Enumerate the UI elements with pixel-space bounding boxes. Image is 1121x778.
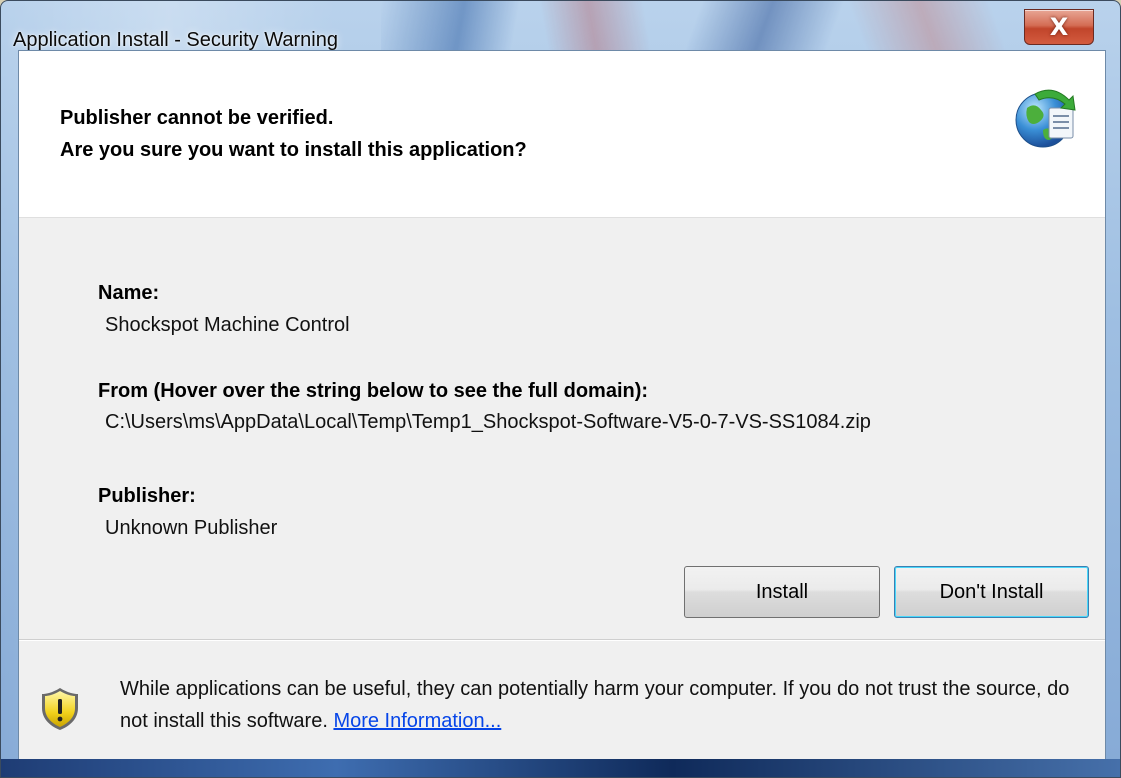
dialog-window: Application Install - Security Warning X… [0, 0, 1121, 778]
name-label: Name: [98, 282, 160, 304]
from-value[interactable]: C:\Users\ms\AppData\Local\Temp\Temp1_Sho… [105, 411, 871, 434]
window-title: Application Install - Security Warning [13, 29, 338, 51]
close-button[interactable]: X [1024, 9, 1094, 45]
publisher-label: Publisher: [98, 485, 196, 507]
footer-divider-highlight [19, 640, 1105, 641]
header-title: Publisher cannot be verified. [60, 107, 334, 129]
header-divider [19, 217, 1105, 218]
publisher-value: Unknown Publisher [105, 517, 278, 539]
install-button[interactable]: Install [684, 566, 880, 618]
desktop-background-strip [1, 759, 1120, 777]
globe-install-icon [1015, 89, 1076, 148]
name-value: Shockspot Machine Control [105, 314, 350, 336]
more-information-link[interactable]: More Information... [333, 710, 501, 732]
warning-header: Publisher cannot be verified. Are you su… [19, 51, 1105, 217]
dialog-client-area: Publisher cannot be verified. Are you su… [18, 50, 1106, 760]
dont-install-button[interactable]: Don't Install [894, 566, 1089, 618]
warning-shield-icon [42, 688, 78, 730]
from-label: From (Hover over the string below to see… [98, 380, 649, 402]
footer-warning: While applications can be useful, they c… [120, 673, 1080, 737]
close-icon: X [1049, 13, 1069, 41]
header-question: Are you sure you want to install this ap… [60, 139, 527, 161]
footer-warning-text: While applications can be useful, they c… [120, 678, 1070, 732]
